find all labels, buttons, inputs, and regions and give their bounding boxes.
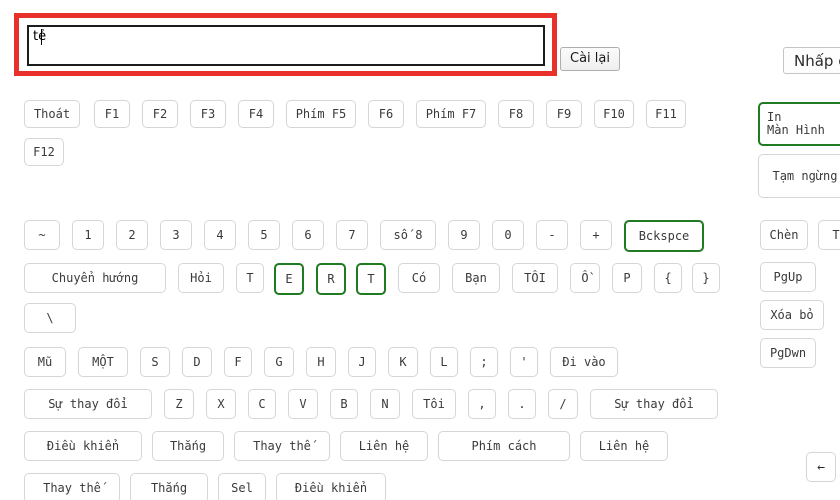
key-g[interactable]: G [264,347,294,377]
key-thắng[interactable]: Thắng [152,431,224,461]
key-\[interactable]: \ [24,303,76,333]
key-chuyển-hướng[interactable]: Chuyển hướng [24,263,166,293]
key-chèn[interactable]: Chèn [760,220,808,250]
key-thay-thế[interactable]: Thay thế [234,431,330,461]
key-j[interactable]: J [348,347,376,377]
key-x[interactable]: X [206,389,236,419]
key--[interactable]: - [536,220,568,250]
key-f9[interactable]: F9 [546,100,582,128]
key-b[interactable]: B [330,389,358,419]
key-điều-khiển[interactable]: Điều khiển [24,431,142,461]
key-có[interactable]: Có [398,263,440,293]
key-7[interactable]: 7 [336,220,368,250]
text-input-wrapper [27,25,545,66]
key-f6[interactable]: F6 [368,100,404,128]
key-'[interactable]: ' [510,347,538,377]
key-2[interactable]: 2 [116,220,148,250]
key-thắng[interactable]: Thắng [130,473,208,500]
text-caret [41,29,42,45]
key-hỏi[interactable]: Hỏi [178,263,224,293]
key-6[interactable]: 6 [292,220,324,250]
key-xóa-bỏ[interactable]: Xóa bỏ [760,300,824,330]
key-,[interactable]: , [468,389,496,419]
key-r[interactable]: R [316,263,346,295]
key-h[interactable]: H [306,347,336,377]
key-tôi[interactable]: Tôi [412,389,456,419]
key-ồ[interactable]: Ồ [570,263,600,293]
key-l[interactable]: L [430,347,458,377]
key-5[interactable]: 5 [248,220,280,250]
key-t[interactable]: T [356,263,386,295]
key-z[interactable]: Z [164,389,194,419]
key-bckspce[interactable]: Bckspce [624,220,704,252]
key-một[interactable]: MỘT [78,347,128,377]
key-d[interactable]: D [182,347,212,377]
key-f4[interactable]: F4 [238,100,274,128]
key-pgup[interactable]: PgUp [760,262,816,292]
click-button[interactable]: Nhấp c [783,47,840,74]
key-phím-f7[interactable]: Phím F7 [416,100,486,128]
key-f3[interactable]: F3 [190,100,226,128]
key-phím-cách[interactable]: Phím cách [438,431,570,461]
key-}[interactable]: } [692,263,720,293]
key-+[interactable]: + [580,220,612,250]
key-điều-khiển[interactable]: Điều khiển [276,473,386,500]
key-f1[interactable]: F1 [94,100,130,128]
key-liên-hệ[interactable]: Liên hệ [580,431,668,461]
key-{[interactable]: { [654,263,682,293]
virtual-keyboard-page: Cài lại Nhấp c ThoátF1F2F3F4Phím F5F6Phí… [0,0,840,500]
key-t[interactable]: T [818,220,840,250]
key-3[interactable]: 3 [160,220,192,250]
key-bạn[interactable]: Bạn [452,263,500,293]
key-in-màn-hình[interactable]: In Màn Hình [758,102,840,146]
key-f12[interactable]: F12 [24,138,64,166]
key-k[interactable]: K [388,347,418,377]
key-pgdwn[interactable]: PgDwn [760,338,816,368]
key-f2[interactable]: F2 [142,100,178,128]
key-.[interactable]: . [508,389,536,419]
key-t[interactable]: T [236,263,264,293]
key-e[interactable]: E [274,263,304,295]
key-/[interactable]: / [548,389,578,419]
search-input[interactable] [27,25,545,66]
key-1[interactable]: 1 [72,220,104,250]
key-thay-thế[interactable]: Thay thế [24,473,120,500]
key-sự-thay-đổi[interactable]: Sự thay đổi [24,389,152,419]
key-0[interactable]: 0 [492,220,524,250]
key-mũ[interactable]: Mũ [24,347,66,377]
key-sel[interactable]: Sel [218,473,266,500]
reset-button[interactable]: Cài lại [560,47,620,71]
key-v[interactable]: V [288,389,318,419]
key-thoát[interactable]: Thoát [24,100,80,128]
key-;[interactable]: ; [470,347,498,377]
key-~[interactable]: ~ [24,220,60,250]
key-liên-hệ[interactable]: Liên hệ [340,431,428,461]
key-←[interactable]: ← [806,452,836,482]
key-p[interactable]: P [612,263,642,293]
key-tôi[interactable]: TÔI [512,263,558,293]
key-f10[interactable]: F10 [594,100,634,128]
key-4[interactable]: 4 [204,220,236,250]
key-c[interactable]: C [248,389,276,419]
key-f11[interactable]: F11 [646,100,686,128]
key-tạm-ngừng[interactable]: Tạm ngừng [758,154,840,198]
key-9[interactable]: 9 [448,220,480,250]
key-phím-f5[interactable]: Phím F5 [286,100,356,128]
key-sự-thay-đổi[interactable]: Sự thay đổi [590,389,718,419]
key-n[interactable]: N [370,389,400,419]
key-số-8[interactable]: số 8 [380,220,436,250]
key-f[interactable]: F [224,347,252,377]
key-s[interactable]: S [140,347,170,377]
key-đi-vào[interactable]: Đi vào [550,347,618,377]
key-f8[interactable]: F8 [498,100,534,128]
